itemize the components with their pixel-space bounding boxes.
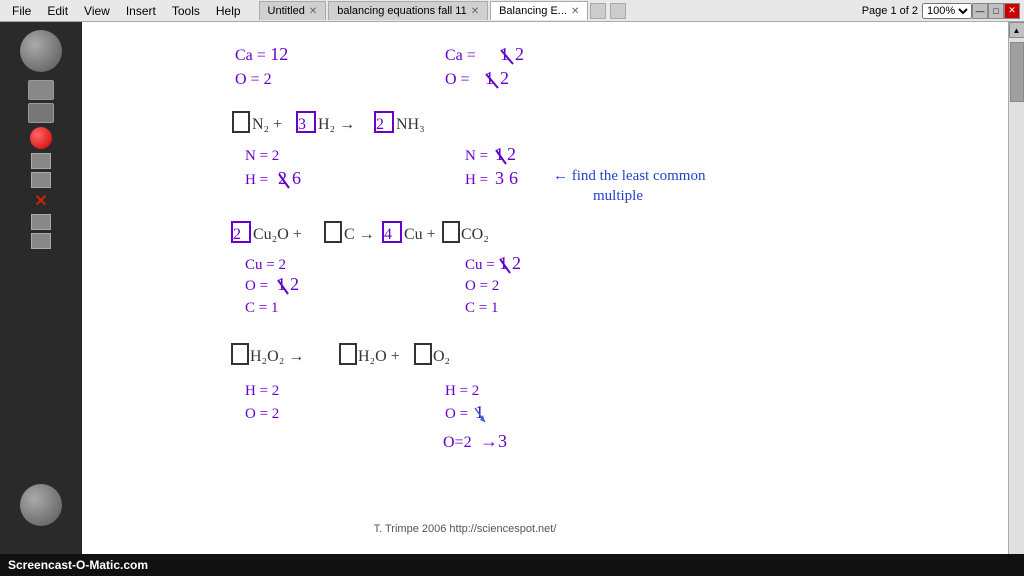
tab-balancing-active[interactable]: Balancing E... ✕: [490, 1, 588, 20]
tab-close-fall11[interactable]: ✕: [471, 6, 479, 17]
bottombar: Screencast-O-Matic.com: [0, 554, 1024, 576]
svg-text:H = 2: H = 2: [445, 383, 479, 399]
scroll-thumb[interactable]: [1010, 42, 1024, 102]
whiteboard-svg: Ca = 12 O = 2 Ca = 1 2 O = 1 2 N₂ +: [82, 22, 1008, 576]
svg-text:→3: →3: [480, 431, 507, 451]
svg-text:N =: N =: [465, 148, 488, 164]
svg-text:6: 6: [509, 168, 518, 188]
svg-text:2: 2: [233, 226, 241, 243]
window-minimize-btn[interactable]: —: [972, 3, 988, 19]
main-area: ✕ Ca = 12 O = 2 Ca = 1 2: [0, 22, 1024, 576]
svg-text:Cu = 2: Cu = 2: [245, 257, 286, 273]
tool-row2: ✕: [31, 153, 51, 249]
svg-text:O = 2: O = 2: [465, 278, 499, 294]
delete-icon[interactable]: ✕: [34, 191, 47, 211]
svg-text:O₂: O₂: [433, 348, 450, 365]
svg-text:multiple: multiple: [593, 188, 643, 204]
svg-text:O=2: O=2: [443, 434, 472, 451]
svg-text:O =: O =: [445, 406, 468, 422]
svg-text:H = 2: H = 2: [245, 383, 279, 399]
menu-insert[interactable]: Insert: [118, 2, 164, 20]
svg-text:Cu +: Cu +: [404, 226, 436, 243]
tool-row: [28, 80, 54, 123]
scrollbar[interactable]: ▲ ▼: [1008, 22, 1024, 576]
svg-text:3: 3: [495, 168, 504, 188]
svg-text:H₂ →: H₂ →: [318, 116, 355, 133]
tab-label: Untitled: [268, 5, 305, 17]
tab-label: balancing equations fall 11: [337, 5, 466, 17]
svg-text:T. Trimpe 2006 http://science: T. Trimpe 2006 http://sciencespot.net/: [374, 523, 558, 535]
tool-4[interactable]: [31, 233, 51, 249]
tab-label: Balancing E...: [499, 5, 567, 17]
page-controls: Page 1 of 2 100% 75% 50%: [862, 3, 972, 19]
svg-text:C = 1: C = 1: [245, 300, 278, 316]
menu-view[interactable]: View: [76, 2, 118, 20]
menu-edit[interactable]: Edit: [39, 2, 76, 20]
svg-text:O = 2: O = 2: [245, 406, 279, 422]
svg-text:4: 4: [384, 226, 392, 243]
tab-icon2: [610, 3, 626, 19]
svg-text:2: 2: [512, 253, 521, 273]
tool-pencil[interactable]: [28, 80, 54, 100]
canvas: Ca = 12 O = 2 Ca = 1 2 O = 1 2 N₂ +: [82, 22, 1008, 576]
svg-text:6: 6: [292, 168, 301, 188]
svg-text:C →: C →: [344, 226, 375, 243]
svg-text:C = 1: C = 1: [465, 300, 498, 316]
sidebar-top-button[interactable]: [20, 30, 62, 72]
svg-text:H =: H =: [245, 172, 268, 188]
content-area[interactable]: Ca = 12 O = 2 Ca = 1 2 O = 1 2 N₂ +: [82, 22, 1008, 576]
svg-text:O = 2: O = 2: [235, 71, 272, 88]
svg-text:Ca =: Ca =: [445, 47, 476, 64]
svg-text:Cu =: Cu =: [465, 257, 495, 273]
tab-untitled[interactable]: Untitled ✕: [259, 1, 327, 20]
window-close-btn[interactable]: ✕: [1004, 3, 1020, 19]
tab-bar: Untitled ✕ balancing equations fall 11 ✕…: [259, 1, 858, 20]
tool-1[interactable]: [31, 153, 51, 169]
tab-close-active[interactable]: ✕: [571, 6, 579, 17]
record-button[interactable]: [30, 127, 52, 149]
svg-text:CO₂: CO₂: [461, 226, 489, 243]
menubar: File Edit View Insert Tools Help Untitle…: [0, 0, 1024, 22]
svg-text:Ca = 12: Ca = 12: [235, 44, 288, 64]
svg-text:3: 3: [298, 116, 306, 133]
svg-text:2: 2: [515, 44, 524, 64]
svg-text:N = 2: N = 2: [245, 148, 279, 164]
page-info: Page 1 of 2: [862, 5, 918, 17]
tab-balancing-fall11[interactable]: balancing equations fall 11 ✕: [328, 1, 488, 20]
svg-text:H₂O₂ →: H₂O₂ →: [250, 348, 304, 365]
svg-text:O =: O =: [245, 278, 268, 294]
tab-icon: [590, 3, 606, 19]
svg-text:2: 2: [507, 144, 516, 164]
svg-text:N₂ +: N₂ +: [252, 116, 282, 133]
svg-text:H₂O +: H₂O +: [358, 348, 400, 365]
zoom-select[interactable]: 100% 75% 50%: [922, 3, 972, 19]
svg-text:2: 2: [290, 274, 299, 294]
svg-text:2: 2: [376, 116, 384, 133]
svg-text:O =: O =: [445, 71, 470, 88]
svg-text:Cu₂O +: Cu₂O +: [253, 226, 302, 243]
scroll-up-btn[interactable]: ▲: [1009, 22, 1024, 38]
window-maximize-btn[interactable]: □: [988, 3, 1004, 19]
sidebar-bottom-button[interactable]: [20, 484, 62, 526]
menu-file[interactable]: File: [4, 2, 39, 20]
menu-help[interactable]: Help: [208, 2, 249, 20]
svg-text:NH₃: NH₃: [396, 116, 425, 133]
tool-3[interactable]: [31, 214, 51, 230]
sidebar: ✕: [0, 22, 82, 576]
brand-label: Screencast-O-Matic.com: [8, 558, 148, 572]
tool-2[interactable]: [31, 172, 51, 188]
svg-text:← find the least common: ← find the least common: [553, 168, 706, 184]
menu-tools[interactable]: Tools: [164, 2, 208, 20]
svg-text:H =: H =: [465, 172, 488, 188]
svg-text:2: 2: [500, 68, 509, 88]
tab-close-untitled[interactable]: ✕: [309, 6, 317, 17]
tool-select[interactable]: [28, 103, 54, 123]
